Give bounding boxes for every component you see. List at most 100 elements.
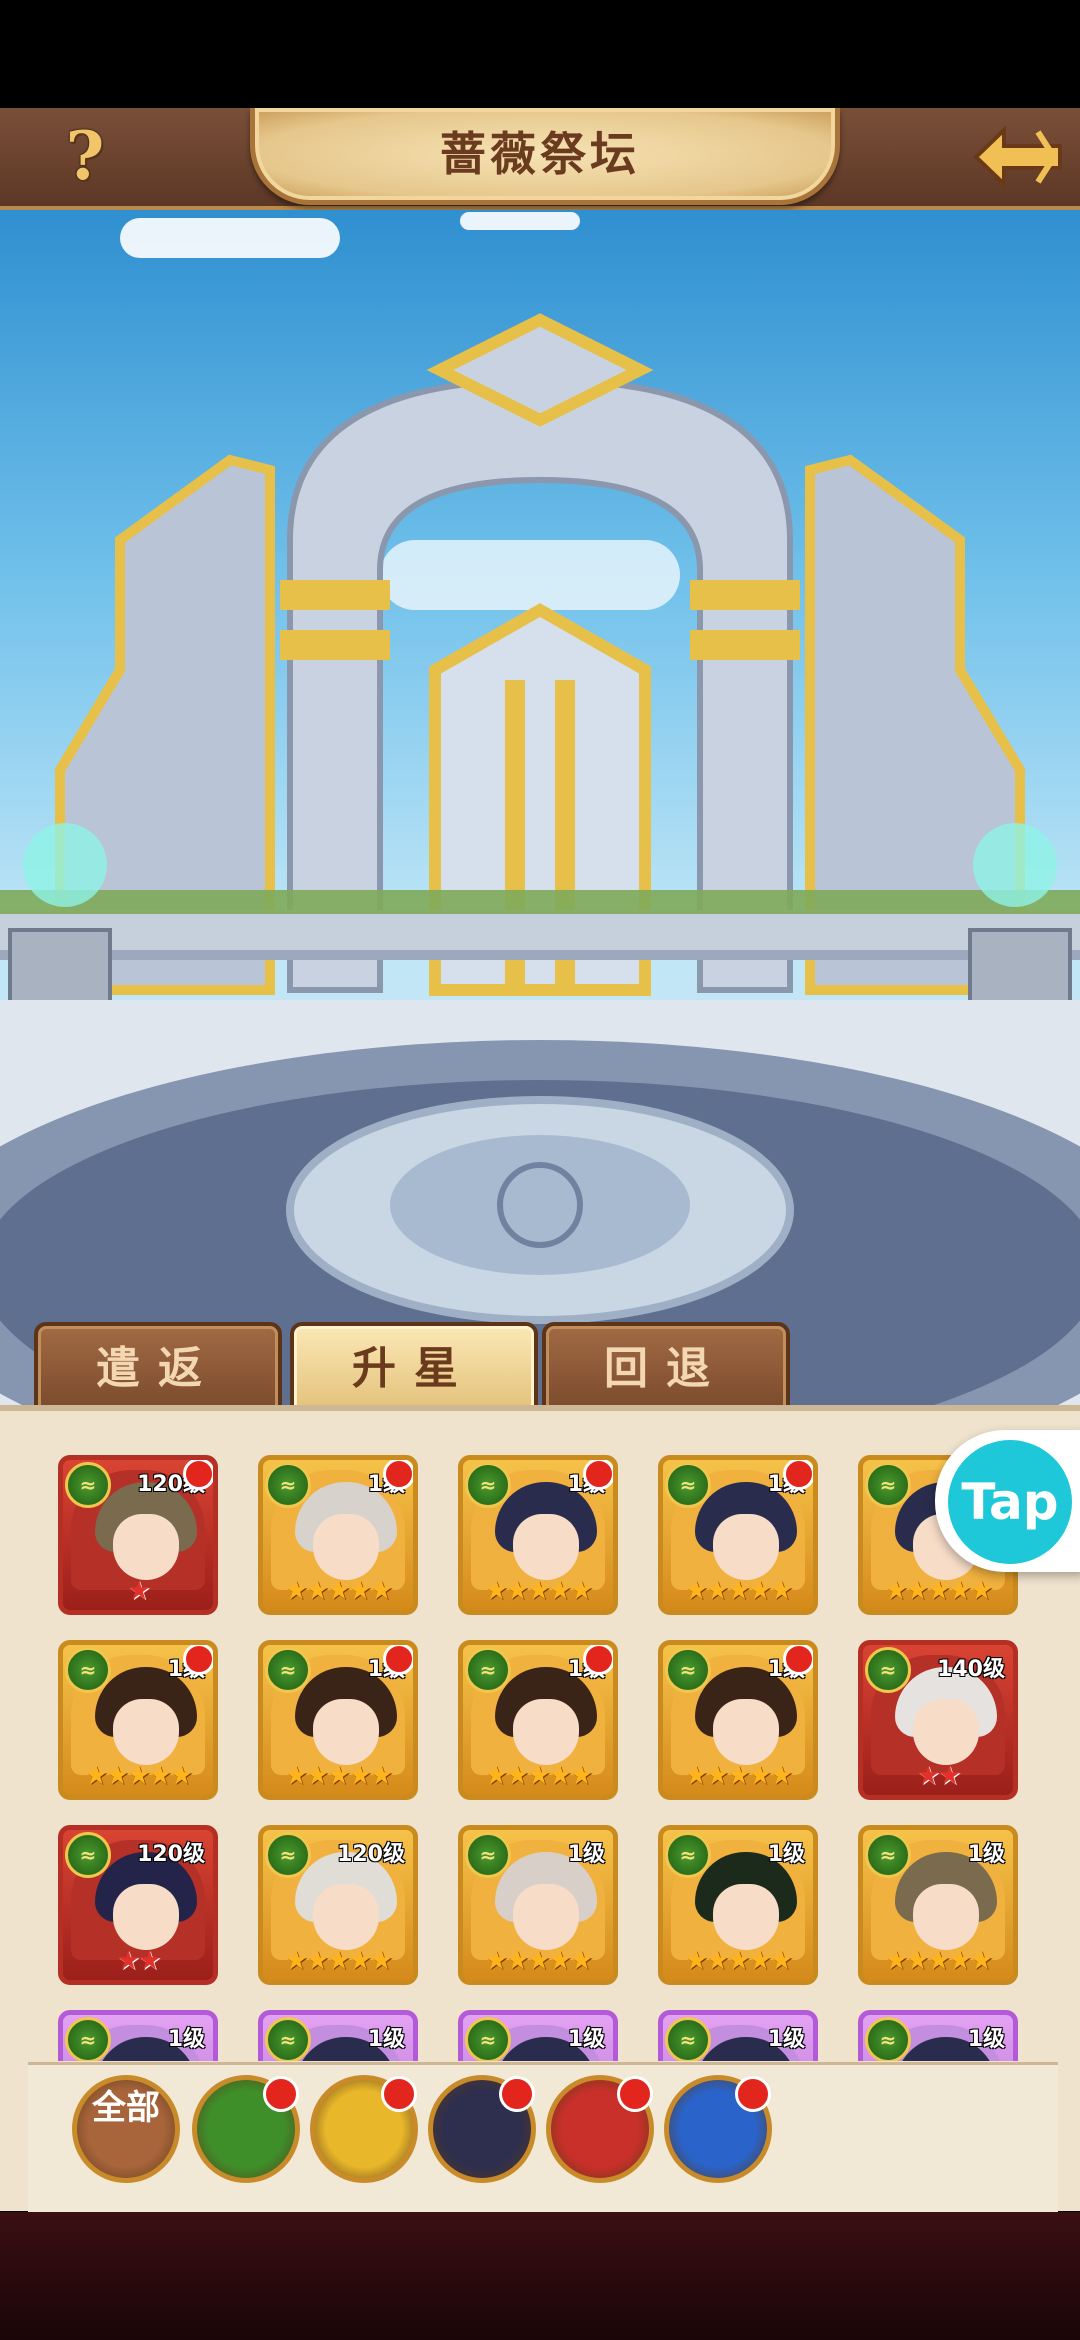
nature-faction-icon: ≈: [865, 1647, 911, 1693]
filter-water-button[interactable]: [664, 2075, 772, 2183]
status-bar: [0, 0, 1080, 108]
hero-card[interactable]: ≈1级★★★★★: [258, 1455, 418, 1615]
notification-dot-icon: [383, 1460, 413, 1490]
hero-stars: ★★★★★: [684, 1576, 794, 1606]
hero-card[interactable]: ≈1级 ★★★★★: [658, 1825, 818, 1985]
hero-stars: ★★: [116, 1946, 162, 1976]
nature-faction-icon: ≈: [465, 1647, 511, 1693]
hero-stars: ★★★★★: [684, 1761, 794, 1791]
hero-card[interactable]: ≈140级 ★★: [858, 1640, 1018, 1800]
altar-scene: [0, 210, 1080, 1410]
hero-card[interactable]: ≈1级★★★★★: [458, 1640, 618, 1800]
hero-face: [513, 1884, 579, 1950]
notification-dot-icon: [783, 1460, 813, 1490]
nature-faction-icon: ≈: [665, 1647, 711, 1693]
hero-level: 120级: [137, 1842, 205, 1867]
hero-card[interactable]: ≈120级 ★: [58, 1455, 218, 1615]
hero-level: 1级: [567, 1842, 605, 1867]
filter-all-button[interactable]: 全部: [72, 2075, 180, 2183]
hero-card[interactable]: ≈1级: [658, 2010, 818, 2061]
notification-dot-icon: [183, 1645, 213, 1675]
hero-card[interactable]: ≈1级★★★★★: [58, 1640, 218, 1800]
hero-stars: ★★★★★: [684, 1946, 794, 1976]
tab-dismiss[interactable]: 遣返: [34, 1322, 282, 1412]
hero-stars: ★★★★★: [484, 1761, 594, 1791]
hero-level: 1级: [167, 2027, 205, 2052]
hero-level: 1级: [567, 2027, 605, 2052]
nature-faction-icon: ≈: [265, 2017, 311, 2061]
hero-card[interactable]: ≈120级 ★★★★★: [258, 1825, 418, 1985]
filter-nature-button[interactable]: [192, 2075, 300, 2183]
hero-face: [713, 1884, 779, 1950]
hero-face: [513, 1514, 579, 1580]
hero-level: 1级: [967, 1842, 1005, 1867]
nature-faction-icon: ≈: [65, 1462, 111, 1508]
hero-card[interactable]: ≈1级: [258, 2010, 418, 2061]
hero-level: 1级: [367, 2027, 405, 2052]
hero-face: [913, 1699, 979, 1765]
notification-dot-icon: [383, 1645, 413, 1675]
hero-card[interactable]: ≈1级★★★★★: [258, 1640, 418, 1800]
filter-fire-button[interactable]: [546, 2075, 654, 2183]
notification-dot-icon: [183, 1460, 213, 1490]
nature-faction-icon: ≈: [665, 1462, 711, 1508]
hero-face: [913, 1884, 979, 1950]
hero-stars: ★★★★★: [284, 1576, 394, 1606]
nature-faction-icon: ≈: [865, 1832, 911, 1878]
hero-level: 120级: [337, 1842, 405, 1867]
hero-stars: ★★★★★: [484, 1946, 594, 1976]
help-button[interactable]: ?: [50, 118, 120, 194]
nature-faction-icon: ≈: [865, 1462, 911, 1508]
hero-level: 1级: [767, 1842, 805, 1867]
faction-filter-bar: [28, 2062, 1058, 2215]
hero-stars: ★: [127, 1576, 150, 1606]
back-arrow-icon[interactable]: [968, 112, 1068, 202]
tab-rollback[interactable]: 回退: [542, 1322, 790, 1412]
page-title: 蔷薇祭坛: [440, 127, 640, 181]
hero-card[interactable]: ≈1级: [858, 2010, 1018, 2061]
notification-dot-icon: [263, 2076, 299, 2112]
hero-card[interactable]: ≈1级★★★★★: [658, 1455, 818, 1615]
hero-stars: ★★★★★: [284, 1761, 394, 1791]
hero-face: [313, 1514, 379, 1580]
notification-dot-icon: [583, 1645, 613, 1675]
hero-card[interactable]: ≈120级 ★★: [58, 1825, 218, 1985]
nature-faction-icon: ≈: [665, 1832, 711, 1878]
taptap-label[interactable]: Tap: [948, 1440, 1072, 1564]
hero-face: [113, 1699, 179, 1765]
filter-label: 全部: [92, 2088, 160, 2128]
hero-stars: ★★★★★: [484, 1576, 594, 1606]
nature-faction-icon: ≈: [265, 1832, 311, 1878]
hero-face: [713, 1699, 779, 1765]
notification-dot-icon: [499, 2076, 535, 2112]
filter-rose-button[interactable]: [310, 2075, 418, 2183]
nature-faction-icon: ≈: [465, 1832, 511, 1878]
hero-stars: ★★★★★: [84, 1761, 194, 1791]
nature-faction-icon: ≈: [65, 1832, 111, 1878]
hero-face: [313, 1884, 379, 1950]
hero-card[interactable]: ≈1级★★★★★: [658, 1640, 818, 1800]
nature-faction-icon: ≈: [265, 1462, 311, 1508]
nature-faction-icon: ≈: [65, 1647, 111, 1693]
hero-card[interactable]: ≈1级: [458, 2010, 618, 2061]
tab-star-up[interactable]: 升星: [290, 1322, 538, 1412]
hero-face: [513, 1699, 579, 1765]
hero-face: [313, 1699, 379, 1765]
hero-stars: ★★★★★: [884, 1576, 994, 1606]
hero-card[interactable]: ≈1级 ★★★★★: [458, 1825, 618, 1985]
hero-card[interactable]: ≈1级: [58, 2010, 218, 2061]
hero-face: [113, 1884, 179, 1950]
nature-faction-icon: ≈: [665, 2017, 711, 2061]
nature-faction-icon: ≈: [865, 2017, 911, 2061]
hero-face: [713, 1514, 779, 1580]
hero-level: 140级: [937, 1657, 1005, 1682]
notification-dot-icon: [617, 2076, 653, 2112]
hero-card[interactable]: ≈1级 ★★★★★: [858, 1825, 1018, 1985]
nature-faction-icon: ≈: [465, 2017, 511, 2061]
nature-faction-icon: ≈: [265, 1647, 311, 1693]
hero-card[interactable]: ≈1级★★★★★: [458, 1455, 618, 1615]
hero-stars: ★★★★★: [884, 1946, 994, 1976]
nature-faction-icon: ≈: [65, 2017, 111, 2061]
filter-dark-button[interactable]: [428, 2075, 536, 2183]
nature-faction-icon: ≈: [465, 1462, 511, 1508]
